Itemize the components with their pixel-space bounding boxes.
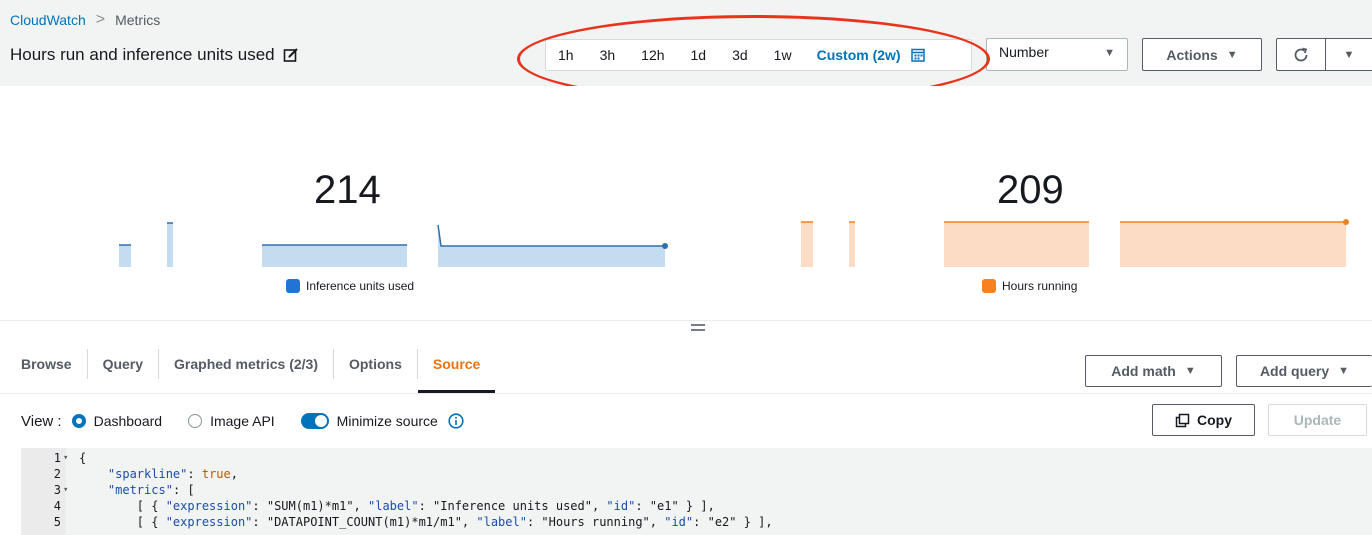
caret-down-icon: ▼ [1104,47,1115,59]
refresh-icon [1294,47,1308,61]
code-line: 2 "sparkline": true, [21,466,1372,482]
code-text: [ { "expression": "SUM(m1)*m1", "label":… [79,499,715,513]
metrics-tabs: Browse Query Graphed metrics (2/3) Optio… [0,335,496,393]
tab-browse[interactable]: Browse [0,335,87,393]
time-range-12h[interactable]: 12h [628,40,677,70]
tab-source[interactable]: Source [417,335,496,393]
legend-swatch [982,279,996,293]
panel-divider [0,320,1372,321]
minimize-source-label: Minimize source [336,413,438,429]
legend-label: Hours running [1002,279,1078,293]
sparkline-chart [119,219,1349,267]
widget-type-select[interactable]: Number ▼ [986,38,1128,71]
update-button-label: Update [1293,412,1342,428]
image-api-radio[interactable] [188,414,203,428]
edit-title-icon[interactable] [283,47,299,63]
minimize-source-toggle[interactable] [300,413,329,429]
resize-handle-icon[interactable] [690,320,706,338]
sparkline-blue-area [262,245,407,267]
legend-inference-units[interactable]: Inference units used [286,279,414,293]
breadcrumb-current: Metrics [115,12,161,28]
sparkline-blue-area [119,245,131,267]
time-range-custom[interactable]: Custom (2w) [805,47,925,63]
caret-down-icon: ▼ [1226,48,1238,61]
line-number: 5 [53,515,61,529]
update-button[interactable]: Update [1268,404,1367,436]
time-range-1d[interactable]: 1d [678,40,720,70]
page-title-row: Hours run and inference units used [10,45,299,65]
time-range-3h[interactable]: 3h [587,40,629,70]
time-range-1h[interactable]: 1h [546,40,587,70]
add-query-label: Add query [1259,363,1330,379]
view-label: View : [21,412,62,430]
add-math-button[interactable]: Add math ▼ [1085,355,1222,387]
legend-label: Inference units used [306,279,415,293]
actions-button-label: Actions [1166,46,1218,63]
widget-type-value: Number [999,44,1049,60]
code-text: "metrics": [ [107,483,195,497]
sparkline-orange-area [801,222,813,267]
copy-button-label: Copy [1197,412,1232,428]
line-number: 4 [53,499,61,513]
legend-hours-running[interactable]: Hours running [982,279,1077,293]
sparkline-blue-line [437,224,665,247]
legend-swatch [286,279,300,293]
dashboard-radio-label: Dashboard [93,413,163,429]
line-number: 3 [53,483,61,497]
refresh-button[interactable] [1276,38,1326,71]
code-line: 4 [ { "expression": "SUM(m1)*m1", "label… [21,498,1372,514]
fold-toggle-icon[interactable]: ▾ [63,482,68,498]
caret-down-icon: ▼ [1338,365,1350,377]
calendar-icon [910,48,925,62]
info-icon[interactable] [448,413,464,429]
number-widget: 214 209 Inference units used Hours runni… [0,86,1372,320]
code-line: 3 ▾ "metrics": [ [21,482,1372,498]
add-query-button[interactable]: Add query ▼ [1236,355,1372,387]
tab-options[interactable]: Options [334,335,417,393]
sparkline-blue-area [167,223,173,267]
dashboard-radio[interactable] [71,414,86,428]
page-title: Hours run and inference units used [10,45,275,64]
code-text: "sparkline": true, [107,467,238,481]
time-range-selector: 1h 3h 12h 1d 3d 1w Custom (2w) [545,39,972,71]
sparkline-blue-endpoint [662,243,668,249]
actions-button[interactable]: Actions ▼ [1142,38,1262,71]
breadcrumb-separator-icon: > [95,11,106,28]
copy-icon [1175,413,1190,427]
code-line: 5 [ { "expression": "DATAPOINT_COUNT(m1)… [21,514,1372,530]
tab-rule [0,393,1372,394]
add-math-label: Add math [1111,363,1176,379]
code-text: [ { "expression": "DATAPOINT_COUNT(m1)*m… [79,515,773,529]
caret-down-icon: ▼ [1184,365,1196,377]
image-api-radio-label: Image API [210,413,275,429]
fold-toggle-icon[interactable]: ▾ [63,450,68,466]
tab-query[interactable]: Query [88,335,158,393]
copy-button[interactable]: Copy [1152,404,1255,436]
time-range-1w[interactable]: 1w [761,40,805,70]
line-number: 2 [53,467,61,481]
tab-graphed-metrics[interactable]: Graphed metrics (2/3) [159,335,333,393]
sparkline-orange-endpoint [1343,219,1349,225]
breadcrumb-cloudwatch-link[interactable]: CloudWatch [10,12,86,28]
code-line: 1 ▾ { [21,450,1372,466]
refresh-interval-button[interactable]: ▼ [1325,38,1372,71]
sparkline-orange-area [1120,222,1346,267]
view-options: View : Dashboard Image API Minimize sour… [21,410,464,432]
time-range-custom-label: Custom (2w) [816,47,901,63]
page-header: CloudWatch > Metrics Hours run and infer… [0,0,1372,86]
source-code-editor[interactable]: 1 ▾{2 "sparkline": true, 3 ▾ "metrics": [4 … [21,448,1372,535]
sparkline-orange-area [849,222,855,267]
time-range-3d[interactable]: 3d [719,40,761,70]
metric-value-inference-units: 214 [314,168,381,212]
breadcrumb: CloudWatch > Metrics [10,11,160,29]
caret-down-icon: ▼ [1343,48,1355,61]
line-number: 1 [53,451,61,465]
sparkline-orange-area [944,222,1089,267]
code-text: { [79,451,87,465]
metric-value-hours-running: 209 [997,168,1064,212]
